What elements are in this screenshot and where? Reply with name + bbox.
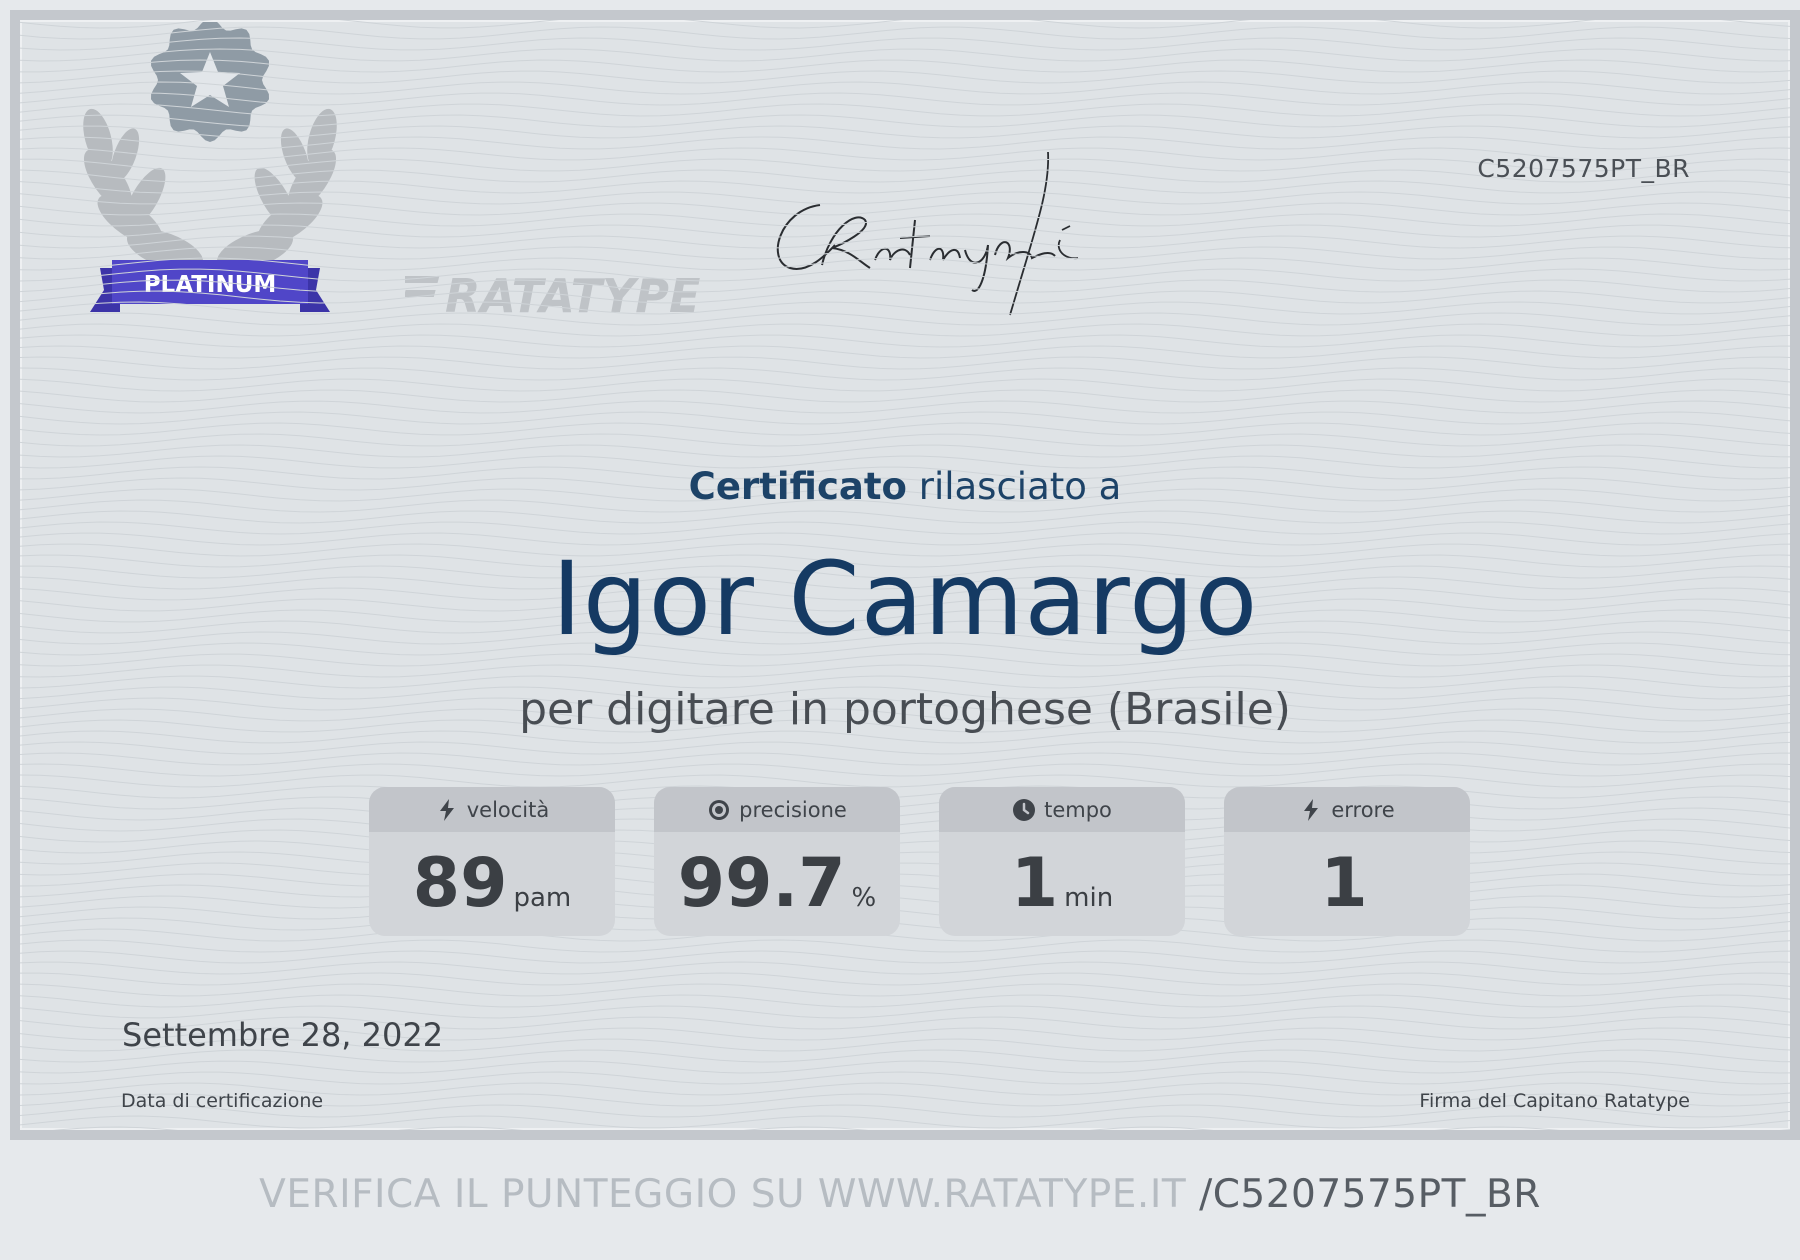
- verify-code-link[interactable]: /C5207575PT_BR: [1199, 1172, 1541, 1217]
- heading-rest: rilasciato a: [906, 465, 1122, 508]
- stat-unit: pam: [513, 883, 572, 913]
- stat-card-speed: velocità 89 pam: [369, 787, 615, 936]
- stat-label: tempo: [1044, 797, 1112, 822]
- stat-unit: min: [1064, 883, 1114, 913]
- course-description: per digitare in portoghese (Brasile): [519, 684, 1291, 735]
- stat-card-time: tempo 1 min: [939, 787, 1185, 936]
- certificate: C5207575PT_BR PLATINUM Certificato rilas…: [10, 10, 1800, 1140]
- bolt-icon: [439, 798, 454, 821]
- stat-header: precisione: [654, 787, 900, 832]
- stat-value: 99.7: [677, 844, 846, 923]
- certificate-heading: Certificato rilasciato a: [20, 465, 1790, 508]
- recipient-name: Igor Camargo: [551, 540, 1259, 659]
- stat-value: 1: [1320, 844, 1368, 923]
- stat-unit: %: [851, 883, 877, 913]
- stat-header: errore: [1224, 787, 1470, 832]
- stat-value: 1: [1010, 844, 1059, 923]
- verify-score-line: VERIFICA IL PUNTEGGIO SU WWW.RATATYPE.IT…: [0, 1172, 1800, 1217]
- stat-value: 89: [412, 844, 508, 923]
- date-caption: Data di certificazione: [121, 1090, 324, 1112]
- stat-body: 1 min: [939, 832, 1185, 936]
- stat-header: velocità: [369, 787, 615, 832]
- stat-body: 1: [1224, 832, 1470, 936]
- bolt-icon: [1304, 798, 1319, 821]
- verify-prefix: VERIFICA IL PUNTEGGIO SU WWW.RATATYPE.IT: [259, 1172, 1200, 1217]
- stat-header: tempo: [939, 787, 1185, 832]
- heading-strong: Certificato: [688, 465, 907, 508]
- stat-label: errore: [1331, 797, 1395, 822]
- stat-label: velocità: [466, 797, 550, 822]
- stat-body: 89 pam: [369, 832, 615, 936]
- stat-label: precisione: [739, 797, 847, 822]
- clock-icon: [1013, 798, 1036, 821]
- stats-row: velocità 89 pam precisione 99.7 % tempo: [369, 787, 1470, 936]
- signature-caption: Firma del Capitano Ratatype: [1419, 1090, 1690, 1112]
- stat-card-errors: errore 1: [1224, 787, 1470, 936]
- stat-card-accuracy: precisione 99.7 %: [654, 787, 900, 936]
- certificate-code: C5207575PT_BR: [1477, 154, 1690, 183]
- certification-date: Settembre 28, 2022: [122, 1016, 444, 1054]
- stat-body: 99.7 %: [654, 832, 900, 936]
- target-icon: [709, 799, 730, 820]
